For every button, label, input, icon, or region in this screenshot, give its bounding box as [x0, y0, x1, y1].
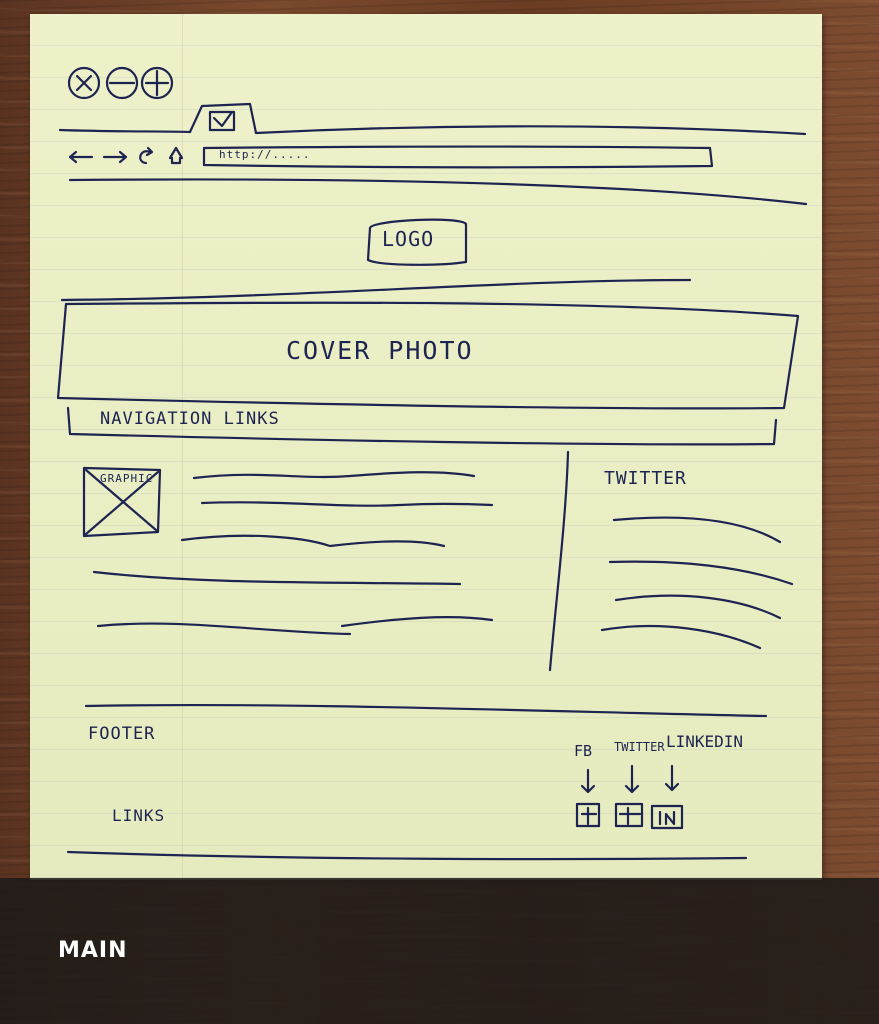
cover-photo-label: COVER PHOTO — [286, 336, 474, 365]
footer-bottom-line — [66, 850, 748, 861]
twitter-social-label: TWITTER — [614, 740, 665, 754]
forward-arrow-icon — [102, 150, 128, 164]
caption-bar — [0, 878, 879, 1024]
browser-chrome-bottom-line — [68, 178, 808, 206]
linkedin-label: LINKEDIN — [666, 732, 744, 751]
footer-links-label: LINKS — [112, 806, 166, 825]
address-bar-url-text: http://..... — [219, 148, 311, 161]
fb-arrow-icon — [580, 768, 596, 794]
tab-strip-line — [58, 125, 807, 136]
logo-label: LOGO — [382, 227, 435, 251]
browser-tab — [188, 102, 258, 135]
fb-label: FB — [574, 742, 593, 760]
browser-nav-buttons — [68, 146, 184, 165]
twitter-feed-lines — [600, 516, 794, 650]
back-arrow-icon — [68, 150, 94, 164]
twitter-arrow-icon — [624, 764, 640, 794]
navigation-links-label: NAVIGATION LINKS — [100, 409, 280, 429]
footer-label: FOOTER — [88, 724, 156, 744]
refresh-icon — [139, 146, 154, 165]
content-text-lines — [92, 471, 494, 636]
column-divider — [548, 450, 570, 672]
home-icon — [168, 146, 184, 165]
twitter-column-heading: TWITTER — [604, 468, 687, 489]
caption-label: MAIN — [58, 938, 128, 963]
window-controls — [67, 66, 174, 100]
footer-top-line — [84, 703, 768, 718]
linkedin-arrow-icon — [664, 764, 680, 792]
wireframe-sketch — [56, 66, 808, 861]
graphic-label: GRAPHIC — [100, 472, 154, 485]
